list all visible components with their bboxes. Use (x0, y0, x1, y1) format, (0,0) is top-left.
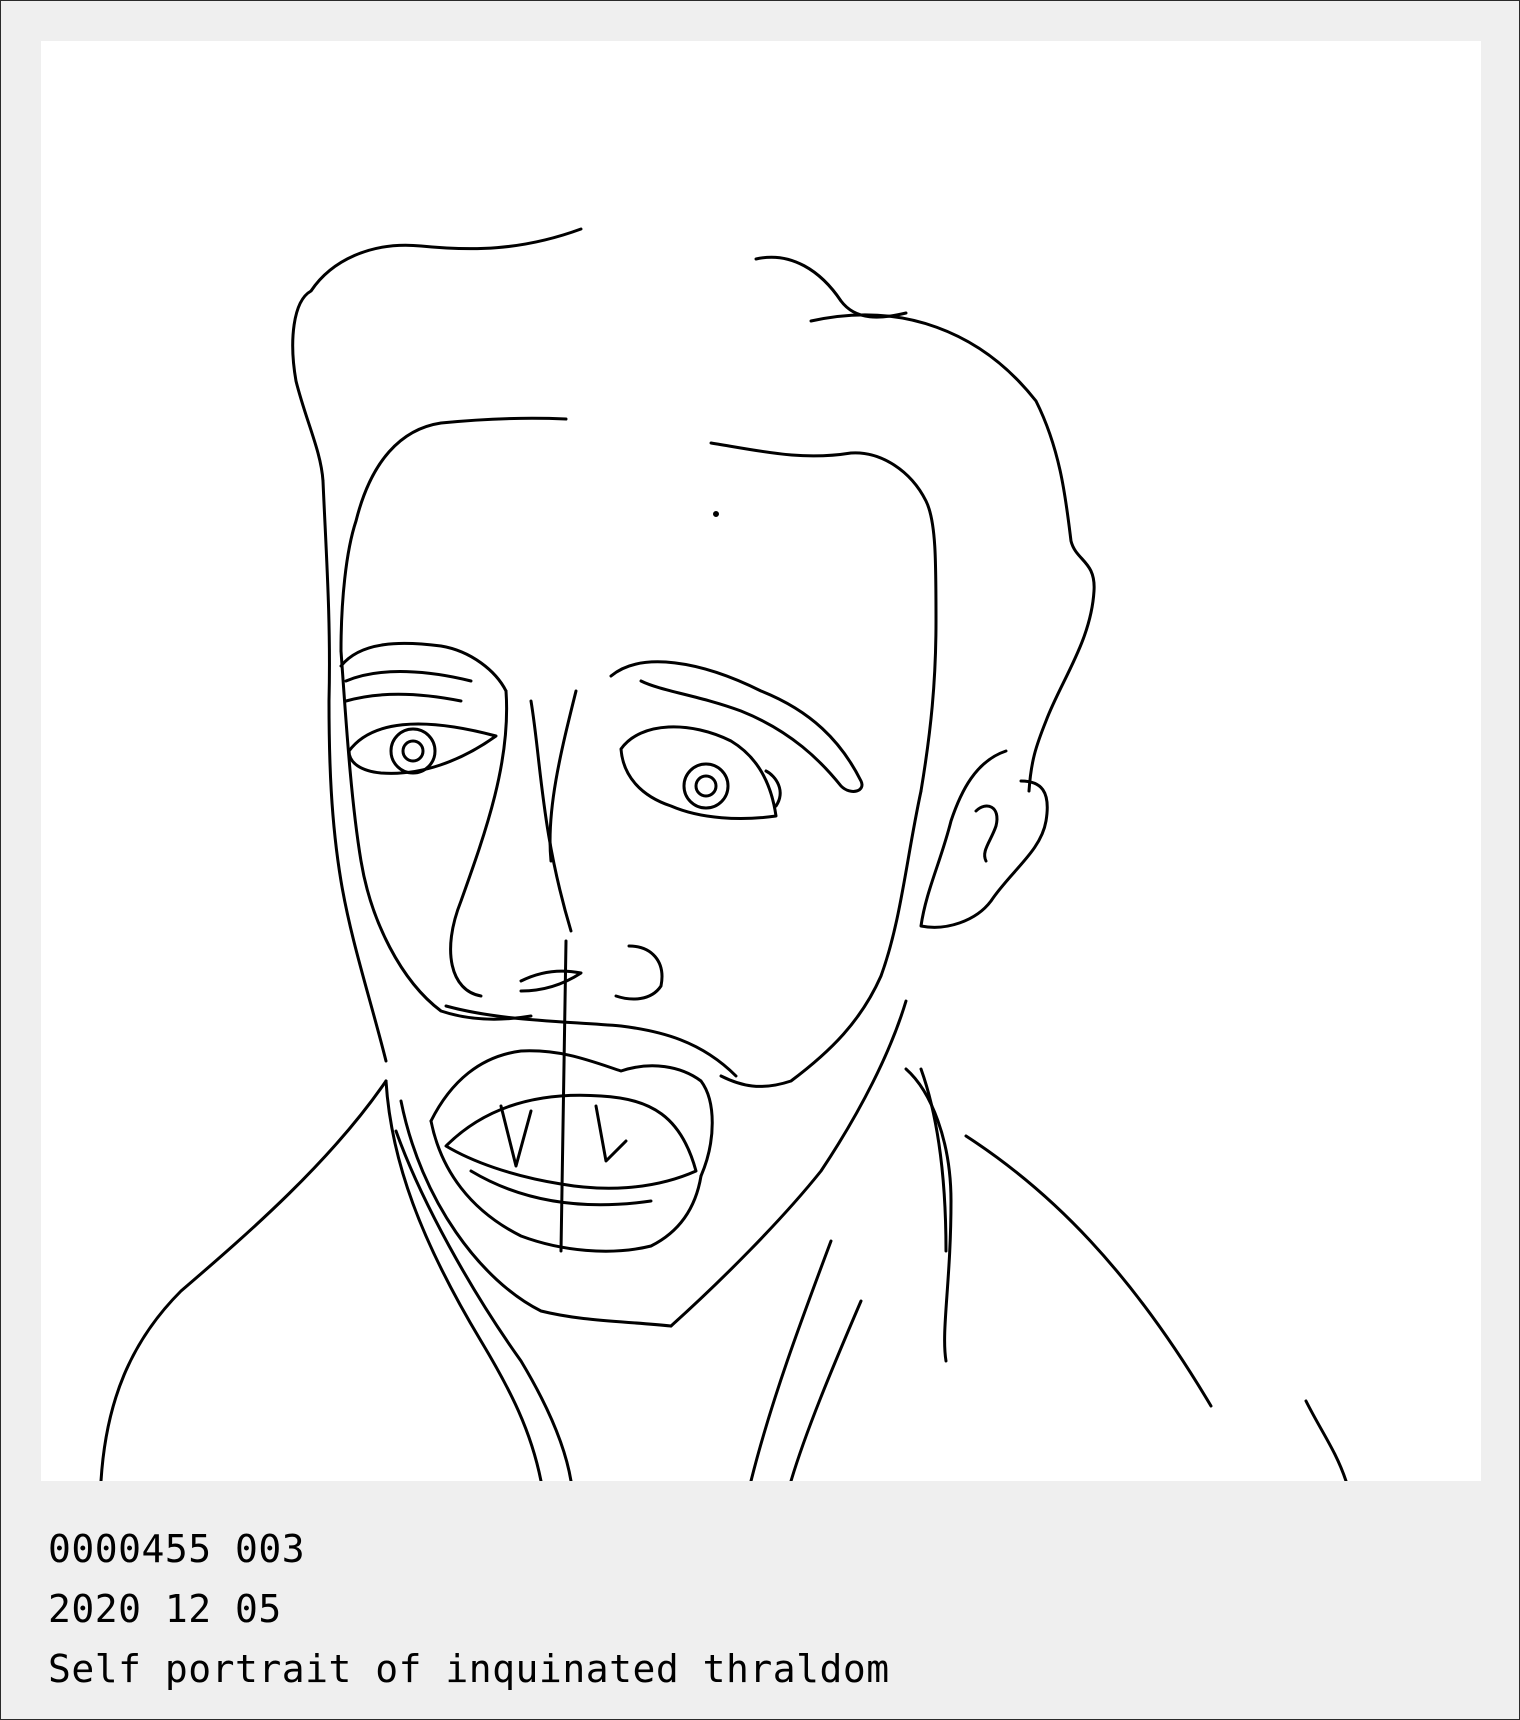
nose-bridge-center (548, 689, 578, 863)
artwork-title: Self portrait of inquinated thraldom (48, 1647, 890, 1691)
shoulder-right-2 (1304, 1399, 1348, 1481)
fang-right (594, 1104, 628, 1163)
mark-dot (713, 511, 719, 517)
eye-right-outline (619, 725, 778, 820)
jaw-line (399, 1099, 673, 1328)
catalog-number: 0000455 003 (48, 1527, 306, 1571)
artwork-date: 2020 12 05 (48, 1587, 282, 1631)
self-portrait-drawing (99, 227, 1348, 1481)
neck-left-inner (394, 1129, 573, 1481)
brow-left (339, 641, 508, 693)
fang-left (499, 1104, 533, 1168)
mouth-opening (444, 1093, 698, 1190)
eye-right-pupil (694, 774, 718, 798)
moustache-line (444, 1004, 738, 1078)
eye-left-iris (389, 727, 437, 775)
collar-right-2 (789, 1299, 863, 1481)
brow-left-3 (344, 692, 463, 703)
brow-right (609, 660, 864, 793)
eye-left-pupil (401, 739, 425, 763)
cheek-line-left (339, 649, 533, 1021)
polaroid-card: 0000455 003 2020 12 05 Self portrait of … (0, 0, 1520, 1720)
ear-inner (974, 804, 999, 863)
nostril-left (519, 969, 583, 993)
neck-left (384, 1079, 543, 1481)
brow-left-2 (344, 670, 473, 683)
eye-right-iris (682, 762, 730, 810)
ear-outer (919, 749, 1049, 929)
artwork-frame (41, 41, 1481, 1481)
hair-line-top (339, 416, 568, 653)
shoulder-right (964, 1134, 1213, 1408)
caption-block: 0000455 003 2020 12 05 Self portrait of … (48, 1519, 890, 1699)
collar-right (749, 1239, 833, 1481)
hairline-right (709, 441, 938, 793)
hair-outline-left (291, 227, 583, 483)
lip-outer-upper (429, 1049, 714, 1178)
nostril-right (614, 944, 664, 1001)
neck-right-2 (919, 1067, 948, 1253)
shoulder-left (99, 1079, 388, 1481)
nose-bridge-left (449, 689, 509, 998)
hair-outline-right (754, 255, 908, 319)
hair-side-right (809, 313, 1096, 793)
